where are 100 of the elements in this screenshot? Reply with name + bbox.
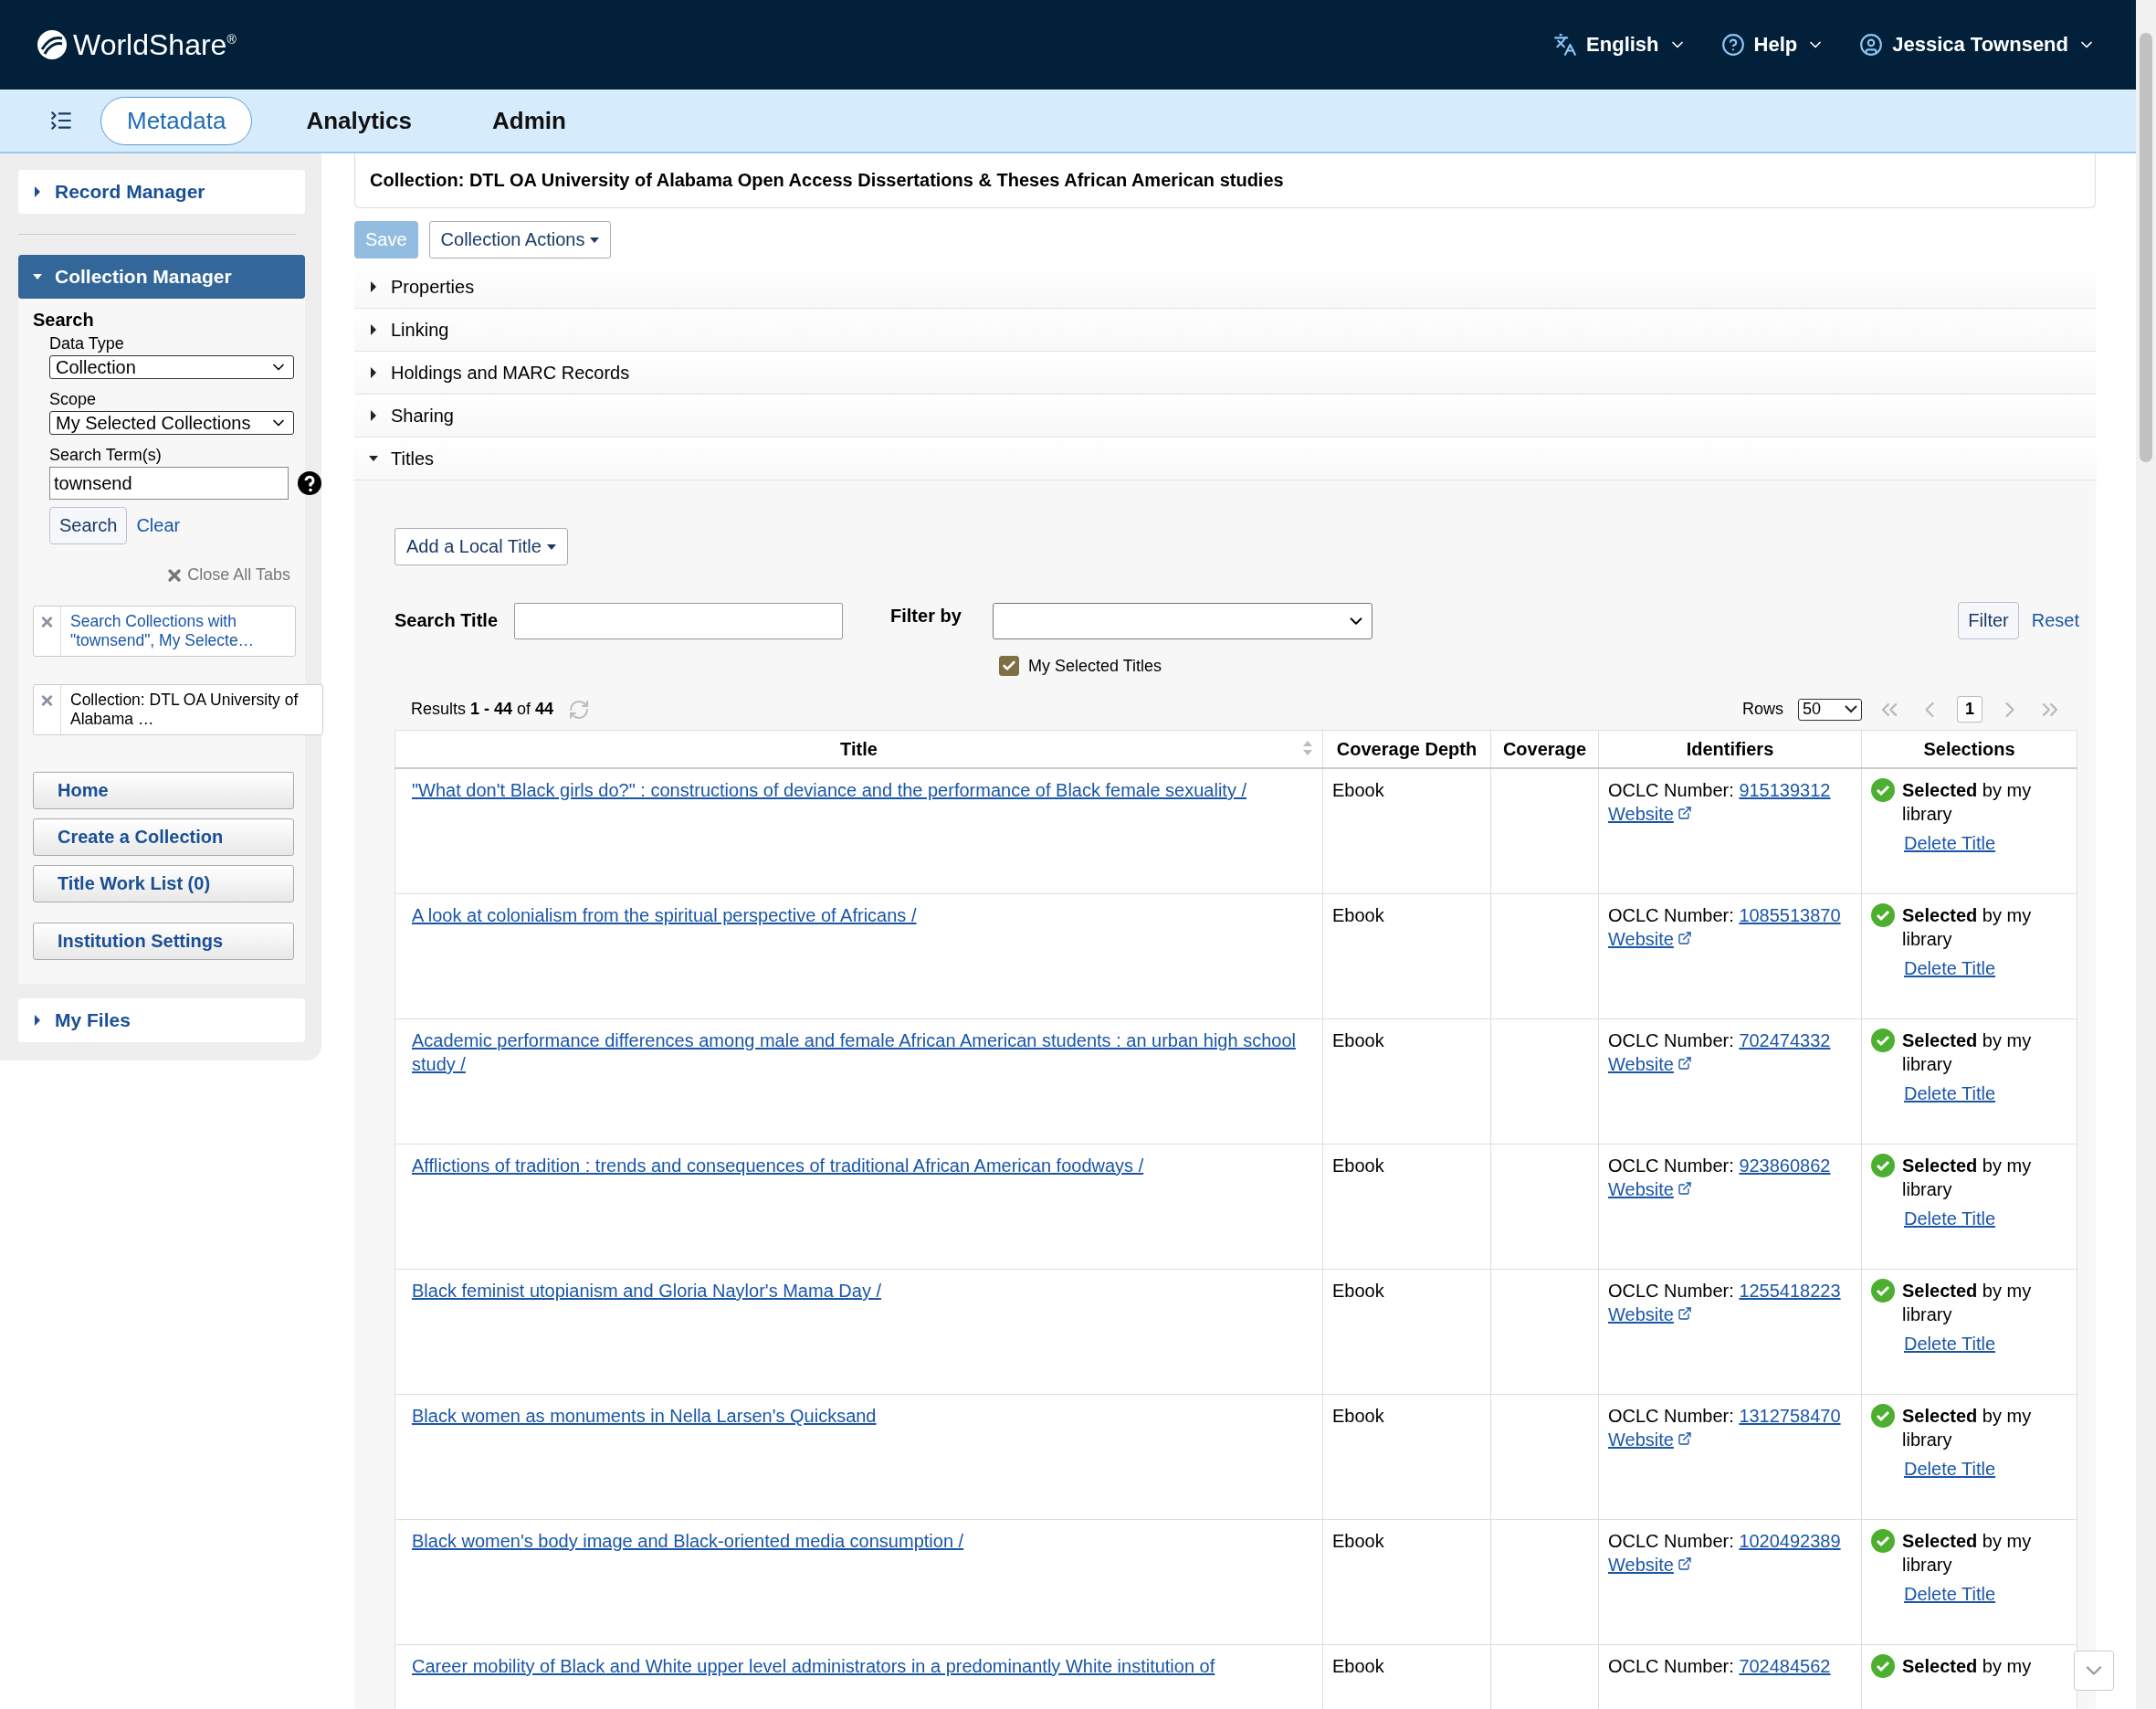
oclc-link[interactable]: 702484562 <box>1739 1656 1831 1676</box>
website-link[interactable]: Website <box>1608 1054 1674 1074</box>
table-cell: Ebook <box>1332 1406 1384 1426</box>
scrollbar[interactable] <box>2136 0 2156 1709</box>
panel-header[interactable]: My Files <box>18 998 305 1042</box>
page-number[interactable]: 1 <box>1957 696 1982 723</box>
oclc-link[interactable]: 702474332 <box>1739 1030 1831 1050</box>
search-term-field[interactable]: townsend <box>49 467 289 500</box>
title-link[interactable]: Black women as monuments in Nella Larsen's Quicksand <box>412 1404 1313 1428</box>
checkbox-label: My Selected Titles <box>1028 656 1162 676</box>
external-link-icon <box>1677 806 1692 820</box>
title-link[interactable]: Black feminist utopianism and Gloria Naylor's Mama Day / <box>412 1279 1313 1303</box>
reset-link[interactable]: Reset <box>2031 610 2079 631</box>
check-circle-icon <box>1871 903 1895 927</box>
title-link[interactable]: Black women's body image and Black-oriented media consumption / <box>412 1529 1313 1553</box>
field-label: Data Type <box>49 334 125 353</box>
clear-link[interactable]: Clear <box>136 515 181 536</box>
search-button[interactable]: Search <box>49 507 128 544</box>
sidebar-button[interactable]: Home <box>33 772 294 809</box>
help-menu[interactable]: Help <box>1715 32 1831 58</box>
delete-title-link[interactable]: Delete Title <box>1904 1208 1996 1229</box>
oclc-label: OCLC Number: <box>1608 1155 1734 1176</box>
oclc-link[interactable]: 1085513870 <box>1739 905 1841 925</box>
sort-icon <box>1302 740 1313 756</box>
oclc-label: OCLC Number: <box>1608 1656 1734 1676</box>
caret-right-icon <box>33 185 42 198</box>
website-link[interactable]: Website <box>1608 1555 1674 1575</box>
scope-select[interactable]: My Selected Collections <box>49 411 294 435</box>
check-circle-icon <box>1871 1404 1895 1428</box>
table-cell: Ebook <box>1332 905 1384 925</box>
oclc-label: OCLC Number: <box>1608 1030 1734 1050</box>
nav-tab[interactable]: Admin <box>466 96 593 145</box>
delete-title-link[interactable]: Delete Title <box>1904 1459 1996 1479</box>
data-type-select[interactable]: Collection <box>49 355 294 379</box>
add-local-title-button[interactable]: Add a Local Title <box>394 528 568 565</box>
panel-header[interactable]: Collection Manager <box>18 255 305 299</box>
selection-status: Selected by my library <box>1902 1530 2033 1577</box>
oclc-label: OCLC Number: <box>1608 780 1734 800</box>
search-heading: Search <box>33 310 95 331</box>
filter-button[interactable]: Filter <box>1958 602 2019 639</box>
title-link[interactable]: A look at colonialism from the spiritual perspective of Africans / <box>412 903 1313 927</box>
sidebar-button[interactable]: Create a Collection <box>33 818 294 856</box>
collection-actions-button[interactable]: Collection Actions <box>428 221 612 258</box>
help-icon[interactable] <box>298 471 321 495</box>
check-circle-icon <box>1871 1279 1895 1303</box>
oclc-link[interactable]: 1255418223 <box>1739 1281 1841 1301</box>
language-menu[interactable]: English <box>1548 32 1692 58</box>
title-link[interactable]: "What don't Black girls do?" : constructions of deviance and the performance of Black female sexuality / <box>412 778 1313 802</box>
globe-logo-icon <box>37 29 68 60</box>
table-cell: Ebook <box>1332 1531 1384 1551</box>
external-link-icon <box>1677 1181 1692 1196</box>
column-header: Selections <box>1861 730 2077 768</box>
rows-select[interactable]: 50 <box>1798 698 1862 721</box>
title-link[interactable]: Afflictions of tradition : trends and consequences of traditional African American foodways / <box>412 1154 1313 1177</box>
column-header[interactable]: Title <box>394 730 1323 768</box>
external-link-icon <box>1677 1556 1692 1571</box>
oclc-link[interactable]: 923860862 <box>1739 1155 1831 1176</box>
nav-tab[interactable]: Analytics <box>279 96 438 145</box>
oclc-link[interactable]: 915139312 <box>1739 780 1831 800</box>
accordion-header[interactable]: Titles <box>354 438 2096 480</box>
check-circle-icon <box>1871 1029 1895 1052</box>
external-link-icon <box>1677 931 1692 945</box>
scroll-down-button[interactable] <box>2074 1651 2114 1691</box>
selection-status: Selected by my library <box>1902 1405 2033 1451</box>
website-link[interactable]: Website <box>1608 1179 1674 1199</box>
delete-title-link[interactable]: Delete Title <box>1904 1584 1996 1604</box>
sidebar-button[interactable]: Title Work List (0) <box>33 865 294 902</box>
caret-right-icon <box>369 409 378 422</box>
website-link[interactable]: Website <box>1608 804 1674 824</box>
user-menu[interactable]: Jessica Townsend <box>1854 32 2101 58</box>
search-title-field[interactable] <box>514 602 844 639</box>
delete-title-link[interactable]: Delete Title <box>1904 1334 1996 1354</box>
oclc-link[interactable]: 1020492389 <box>1739 1531 1841 1551</box>
nav-tab[interactable]: Metadata <box>100 96 253 145</box>
sidebar-button[interactable]: Institution Settings <box>33 923 294 960</box>
help-icon <box>1720 33 1745 57</box>
chevron-down-icon <box>1845 705 1857 713</box>
selection-status: Selected by my library <box>1902 1029 2033 1076</box>
table-cell: Ebook <box>1332 1656 1384 1676</box>
website-link[interactable]: Website <box>1608 1304 1674 1324</box>
table-cell: Ebook <box>1332 1030 1384 1050</box>
checkbox[interactable] <box>999 656 1019 676</box>
scrollbar-thumb[interactable] <box>2140 33 2152 462</box>
close-all-tabs-button[interactable]: Close All Tabs <box>160 564 296 585</box>
website-link[interactable]: Website <box>1608 1429 1674 1450</box>
panel-header[interactable]: Record Manager <box>18 170 305 214</box>
oclc-label: OCLC Number: <box>1608 1281 1734 1301</box>
external-link-icon <box>1677 1056 1692 1071</box>
delete-title-link[interactable]: Delete Title <box>1904 958 1996 978</box>
oclc-link[interactable]: 1312758470 <box>1739 1406 1841 1426</box>
caret-right-icon <box>369 280 378 293</box>
oclc-label: OCLC Number: <box>1608 1531 1734 1551</box>
delete-title-link[interactable]: Delete Title <box>1904 1083 1996 1103</box>
field-label: Filter by <box>890 606 962 627</box>
website-link[interactable]: Website <box>1608 929 1674 949</box>
menu-collapse-icon[interactable] <box>49 109 73 132</box>
filter-select[interactable] <box>992 602 1372 639</box>
check-circle-icon <box>1871 778 1895 802</box>
refresh-icon[interactable] <box>568 698 591 721</box>
delete-title-link[interactable]: Delete Title <box>1904 833 1996 853</box>
